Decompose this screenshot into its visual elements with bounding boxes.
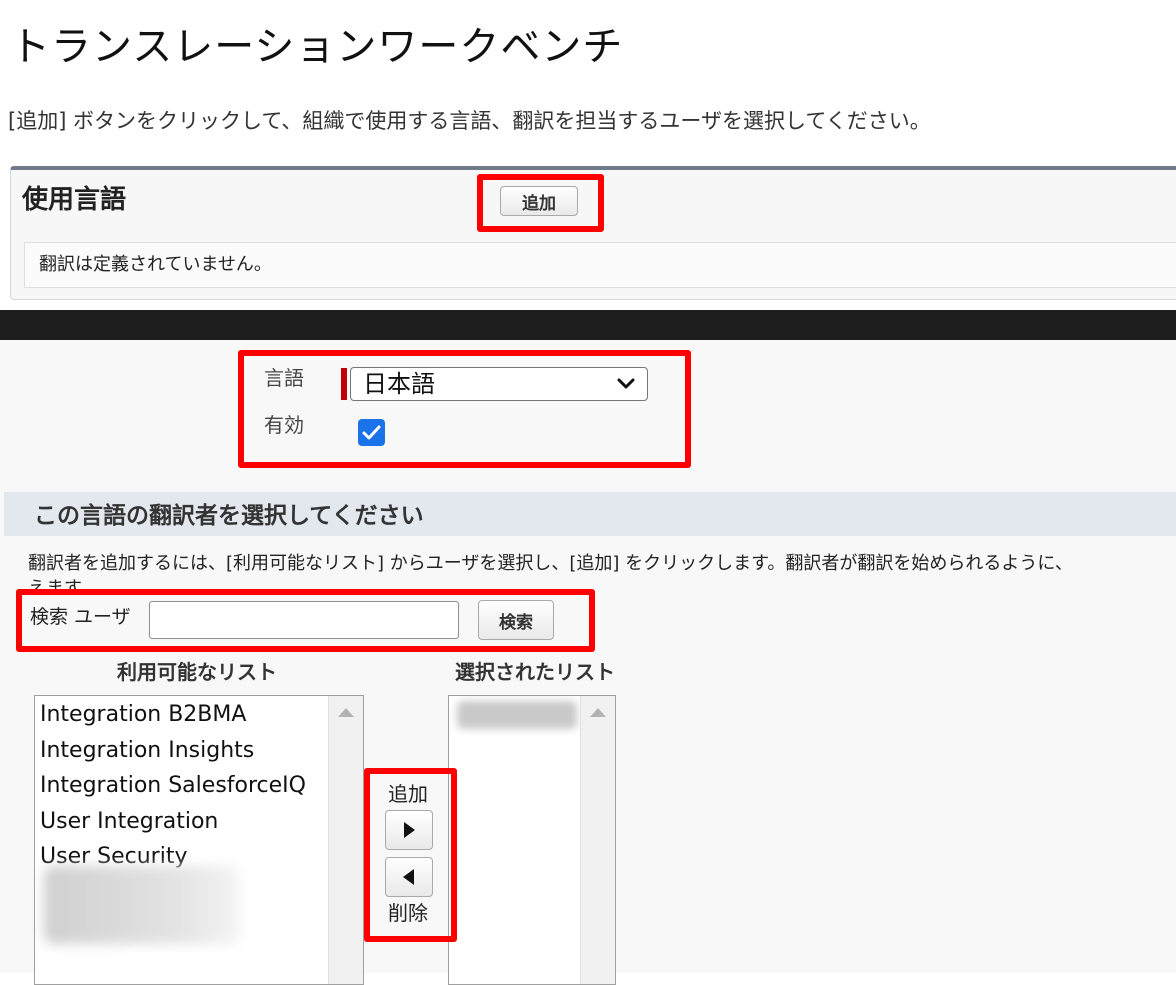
instructions-line-2: えます xyxy=(28,578,82,589)
language-select-value: 日本語 xyxy=(363,370,435,398)
page-description: [追加] ボタンをクリックして、組織で使用する言語、翻訳を担当するユーザを選択し… xyxy=(8,109,931,133)
no-translations-message: 翻訳は定義されていません。 xyxy=(24,242,1176,288)
list-item[interactable]: Integration B2BMA xyxy=(40,697,306,733)
selected-list[interactable] xyxy=(448,695,616,985)
move-to-selected-button[interactable] xyxy=(385,810,433,850)
instructions-line-1: 翻訳者を追加するには、[利用可能なリスト] からユーザを選択し、[追加] をクリ… xyxy=(28,553,1073,574)
language-label: 言語 xyxy=(264,366,304,390)
blurred-selected-item xyxy=(457,701,577,729)
active-label: 有効 xyxy=(264,413,304,437)
chevron-down-icon xyxy=(617,378,635,389)
scroll-up-icon[interactable] xyxy=(338,708,354,717)
list-item[interactable]: Integration SalesforceIQ xyxy=(40,768,306,804)
required-indicator xyxy=(341,368,347,400)
move-remove-label: 削除 xyxy=(388,901,428,925)
selected-list-scrollbar[interactable] xyxy=(580,696,615,984)
arrow-right-icon xyxy=(404,822,415,838)
blurred-list-item xyxy=(44,866,239,944)
divider-band xyxy=(0,310,1176,340)
search-user-label: 検索 ユーザ xyxy=(30,606,131,628)
available-list-scrollbar[interactable] xyxy=(328,696,363,984)
languages-section-title: 使用言語 xyxy=(22,185,127,215)
add-language-button[interactable]: 追加 xyxy=(500,186,578,216)
translators-heading: この言語の翻訳者を選択してください xyxy=(4,492,1176,536)
search-user-input[interactable] xyxy=(149,601,459,639)
move-to-available-button[interactable] xyxy=(385,857,433,897)
selected-list-heading: 選択されたリスト xyxy=(455,660,615,684)
check-icon xyxy=(362,425,381,440)
list-item[interactable]: User Integration xyxy=(40,804,306,840)
active-checkbox[interactable] xyxy=(358,419,385,446)
arrow-left-icon xyxy=(403,869,414,885)
move-add-label: 追加 xyxy=(388,782,428,806)
language-select[interactable]: 日本語 xyxy=(350,367,648,401)
search-button[interactable]: 検索 xyxy=(478,600,554,640)
available-list-heading: 利用可能なリスト xyxy=(117,660,277,684)
scroll-up-icon[interactable] xyxy=(590,708,606,717)
page-title: トランスレーションワークベンチ xyxy=(10,24,624,70)
translators-instructions: 翻訳者を追加するには、[利用可能なリスト] からユーザを選択し、[追加] をクリ… xyxy=(28,551,1176,589)
list-item[interactable]: Integration Insights xyxy=(40,733,306,769)
